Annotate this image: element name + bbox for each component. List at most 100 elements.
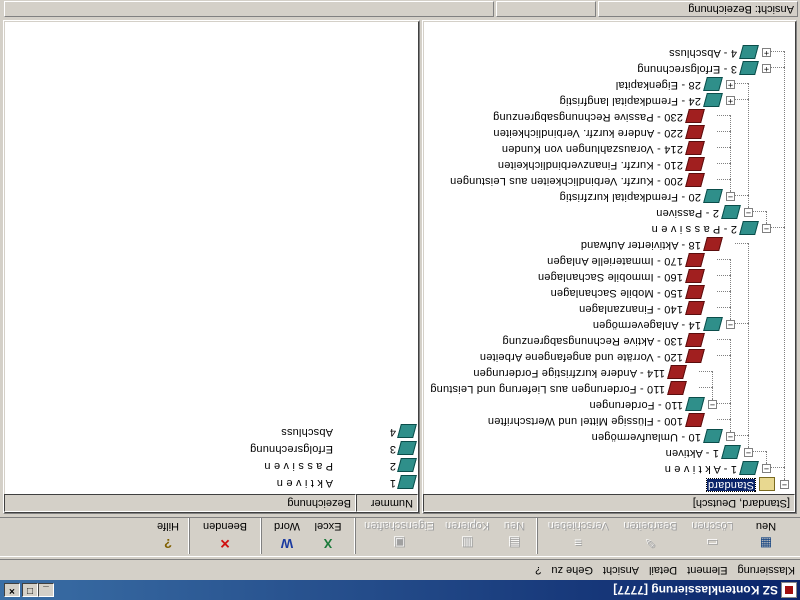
new-table-icon: ▦: [759, 536, 773, 551]
close-window-button[interactable]: ×: [4, 583, 20, 597]
tree-connector: [735, 83, 749, 84]
account-book-icon: [685, 301, 705, 315]
tree-node[interactable]: 200 - Kurzfr. Verbindlichkeiten aus Leis…: [425, 172, 795, 188]
group-book-icon: [397, 475, 417, 489]
tree-node-label: Standard: [705, 478, 757, 492]
tree-node[interactable]: 160 - Immobile Sachanlagen: [425, 268, 795, 284]
expand-icon[interactable]: +: [762, 64, 771, 74]
tree-connector: [717, 115, 731, 116]
tree-header: [Standard, Deutsch]: [423, 494, 795, 512]
edit-button[interactable]: ✎ Bearbeiten: [620, 516, 682, 556]
help-button[interactable]: ? Hilfe: [150, 516, 186, 556]
tree-node[interactable]: 130 - Aktive Rechnungsabgrenzung: [425, 332, 795, 348]
excel-button[interactable]: X Excel: [308, 516, 348, 556]
properties-button[interactable]: ▣ Eigenschaften: [362, 516, 438, 556]
group-book-icon: [739, 45, 759, 59]
column-header-bezeichnung[interactable]: Bezeichnung: [4, 494, 356, 512]
list-item-label: Abschluss: [281, 426, 333, 438]
menu-ansicht[interactable]: Ansicht: [598, 564, 644, 579]
tree-node-label: 4 - Abschluss: [668, 47, 737, 59]
collapse-icon[interactable]: −: [726, 320, 735, 330]
word-button[interactable]: W Word: [268, 516, 306, 556]
menu-klassierung[interactable]: Klassierung: [733, 564, 800, 579]
account-book-icon: [685, 157, 705, 171]
list-item[interactable]: 4 Abschluss: [8, 423, 418, 439]
tree-node[interactable]: +24 - Fremdkapital langfristig: [425, 92, 795, 108]
copy-button[interactable]: ▥ Kopieren: [442, 516, 494, 556]
tree-node[interactable]: − 20 - Fremdkapital kurzfristig: [425, 188, 795, 204]
tree-connector: [735, 243, 749, 244]
tree-node-label: 1 - A k t i v e n: [664, 463, 738, 475]
collapse-icon[interactable]: −: [708, 400, 717, 410]
menu-gehe-zu[interactable]: Gehe zu: [546, 564, 598, 579]
expand-icon[interactable]: +: [762, 48, 771, 58]
list-item[interactable]: 3 Erfolgsrechnung: [8, 440, 418, 456]
tree-connector: [730, 260, 731, 320]
tree-node[interactable]: − 110 - Forderungen: [425, 396, 795, 412]
menu-help[interactable]: ?: [530, 564, 546, 579]
tree-node[interactable]: 140 - Finanzanlagen: [425, 300, 795, 316]
tree-node-label: 100 - Flüssige Mittel und Wertschriften: [487, 415, 683, 427]
tree-node-label: 10 - Umlaufvermögen: [591, 431, 701, 443]
group-book-icon: [739, 461, 759, 475]
minimize-button[interactable]: _: [38, 583, 54, 597]
collapse-icon[interactable]: −: [726, 192, 735, 202]
new-element-button[interactable]: ▤ Neu: [498, 516, 532, 556]
tree-connector: [771, 227, 785, 228]
list-item[interactable]: 1 A k t i v e n: [8, 474, 418, 490]
tree-node-label: 1 - Aktiven: [665, 447, 719, 459]
tree-connector: [699, 387, 713, 388]
tree-node[interactable]: 110 - Forderungen aus Lieferung und Leis…: [425, 380, 795, 396]
tree-node[interactable]: 18 - Aktivierter Aufwand: [425, 236, 795, 252]
new-classification-button[interactable]: ▦ Neu: [748, 516, 784, 556]
tree-node[interactable]: − 10 - Umlaufvermögen: [425, 428, 795, 444]
tree-node[interactable]: − 1 - A k t i v e n: [425, 460, 795, 476]
tree-node[interactable]: 100 - Flüssige Mittel und Wertschriften: [425, 412, 795, 428]
tree-connector: [784, 52, 785, 480]
status-field-3: [4, 1, 494, 17]
account-list: 1 A k t i v e n 2 P a s s i v e n 3 Erfolgsre…: [6, 22, 418, 492]
delete-button[interactable]: ▭ Löschen: [688, 516, 738, 556]
tree-node[interactable]: − 14 - Anlagevermögen: [425, 316, 795, 332]
collapse-icon[interactable]: −: [762, 464, 771, 474]
tree-node-label: 18 - Aktivierter Aufwand: [580, 239, 701, 251]
tree-node[interactable]: 170 - Immaterielle Anlagen: [425, 252, 795, 268]
account-book-icon: [685, 269, 705, 283]
move-button[interactable]: ≡ Verschieben: [544, 516, 614, 556]
tree-node[interactable]: +28 - Eigenkapital: [425, 76, 795, 92]
collapse-icon[interactable]: −: [744, 208, 753, 218]
collapse-icon[interactable]: −: [762, 224, 771, 234]
account-book-icon: [685, 125, 705, 139]
exit-button[interactable]: ✕ Beenden: [196, 516, 254, 556]
tree-node[interactable]: 150 - Mobile Sachanlagen: [425, 284, 795, 300]
list-item-number: 3: [389, 443, 396, 455]
account-book-icon: [685, 173, 705, 187]
tree-node[interactable]: 114 - Andere kurzfristige Forderungen: [425, 364, 795, 380]
menu-detail[interactable]: Detail: [644, 564, 682, 579]
collapse-icon[interactable]: −: [780, 480, 789, 490]
column-header-nummer[interactable]: Nummer: [356, 494, 418, 512]
list-item-label: A k t i v e n: [276, 477, 333, 489]
tree-node[interactable]: 220 - Andere kurzfr. Verbindlichkeiten: [425, 124, 795, 140]
tree-node[interactable]: 214 - Vorauszahlungen von Kunden: [425, 140, 795, 156]
collapse-icon[interactable]: −: [744, 448, 753, 458]
maximize-button[interactable]: □: [22, 583, 38, 597]
expand-icon[interactable]: +: [726, 96, 735, 106]
title-bar: SZ Kontenklassierung [7777] _ □ ×: [0, 580, 800, 600]
tree-node[interactable]: − 2 - P a s s i v e n: [425, 220, 795, 236]
tree-node[interactable]: 230 - Passive Rechnungsabgrenzung: [425, 108, 795, 124]
tree-node[interactable]: 210 - Kurzfr. Finanzverbindlichkeiten: [425, 156, 795, 172]
tree-node[interactable]: − Standard: [425, 476, 795, 492]
word-icon: W: [280, 536, 294, 551]
tree-node[interactable]: − 2 - Passiven: [425, 204, 795, 220]
collapse-icon[interactable]: −: [726, 432, 735, 442]
tree-connector: [717, 291, 731, 292]
tree-node[interactable]: +4 - Abschluss: [425, 44, 795, 60]
group-book-icon: [397, 441, 417, 455]
expand-icon[interactable]: +: [726, 80, 735, 90]
menu-element[interactable]: Element: [682, 564, 732, 579]
tree-node[interactable]: − 1 - Aktiven: [425, 444, 795, 460]
tree-node[interactable]: 120 - Vorräte und angefangene Arbeiten: [425, 348, 795, 364]
tree-node[interactable]: +3 - Erfolgsrechnung: [425, 60, 795, 76]
list-item[interactable]: 2 P a s s i v e n: [8, 457, 418, 473]
